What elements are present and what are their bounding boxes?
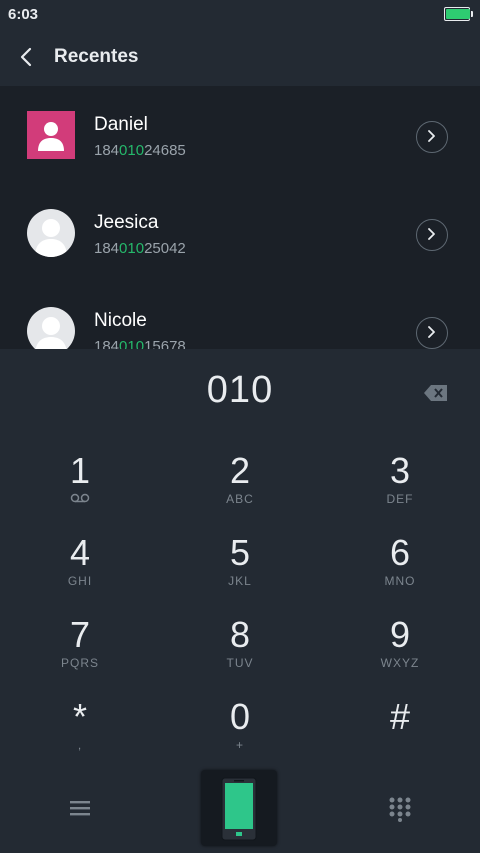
key-letters: GHI [67, 574, 93, 588]
contact-name: Jeesica [94, 212, 159, 233]
call-button[interactable] [201, 770, 277, 846]
key-letters: + [235, 738, 244, 752]
key-digit: 7 [69, 614, 91, 655]
battery-icon [444, 7, 473, 21]
key-letters: DEF [386, 492, 414, 506]
key-digit: 6 [389, 532, 411, 573]
key-letters: PQRS [60, 656, 99, 670]
contact-number: 18401025042 [94, 240, 186, 257]
menu-button[interactable] [68, 798, 92, 818]
contact-details-button[interactable] [416, 121, 448, 153]
key-digit: 5 [229, 532, 251, 573]
key-letters: ABC [226, 492, 254, 506]
key-1[interactable]: 1 [10, 449, 150, 529]
key-digit: 2 [229, 450, 251, 491]
key-4[interactable]: 4 GHI [10, 531, 150, 611]
menu-icon [70, 801, 90, 816]
status-bar: 6:03 [0, 0, 480, 28]
key-letters [330, 738, 470, 754]
key-6[interactable]: 6 MNO [330, 531, 470, 611]
chevron-right-icon [428, 130, 435, 142]
contact-details-button[interactable] [416, 317, 448, 349]
contact-number: 18401024685 [94, 142, 186, 159]
key-digit: 0 [229, 696, 251, 737]
key-3[interactable]: 3 DEF [330, 449, 470, 529]
key-digit: # [389, 696, 411, 737]
key-digit: * [72, 696, 87, 737]
number-match-highlight: 010 [119, 240, 145, 257]
photo-icon [38, 122, 64, 151]
contact-number: 18401015678 [94, 338, 186, 349]
key-2[interactable]: 2 ABC [170, 449, 310, 529]
contact-details-button[interactable] [416, 219, 448, 251]
avatar [27, 111, 75, 159]
key-0[interactable]: 0 + [170, 695, 310, 775]
dialpad-icon [389, 797, 411, 822]
key-9[interactable]: 9 WXYZ [330, 613, 470, 693]
recent-contacts-list[interactable]: Daniel 18401024685 Jeesica 18401025042 N… [0, 86, 480, 349]
chevron-right-icon [428, 228, 435, 240]
key-digit: 9 [389, 614, 411, 655]
voicemail-icon [70, 493, 90, 503]
key-letters: JKL [228, 574, 252, 588]
key-star[interactable]: * , [10, 695, 150, 775]
call-phone-icon [221, 777, 257, 841]
backspace-button[interactable] [423, 383, 449, 403]
key-8[interactable]: 8 TUV [170, 613, 310, 693]
avatar [27, 209, 75, 257]
page-title: Recentes [54, 46, 139, 67]
contact-item-nicole[interactable]: Nicole 18401015678 [0, 282, 480, 349]
chevron-left-icon [20, 47, 32, 67]
app-header: Recentes [0, 28, 480, 86]
back-button[interactable] [14, 44, 40, 70]
key-letters: TUV [226, 656, 254, 670]
dialed-number-display[interactable]: 010 [0, 369, 480, 412]
key-digit: 8 [229, 614, 251, 655]
backspace-icon [424, 385, 447, 401]
dialer-panel: 010 1 2 ABC 3 DEF 4 GHI 5 JKL 6 MNO 7 PQ… [0, 349, 480, 853]
dialpad-toggle-button[interactable] [388, 796, 412, 822]
key-digit: 1 [69, 450, 91, 491]
contact-name: Daniel [94, 114, 148, 135]
key-digit: 4 [69, 532, 91, 573]
key-5[interactable]: 5 JKL [170, 531, 310, 611]
key-hash[interactable]: # [330, 695, 470, 775]
avatar [27, 307, 75, 349]
status-time: 6:03 [8, 6, 39, 23]
chevron-right-icon [428, 326, 435, 338]
key-digit: 3 [389, 450, 411, 491]
number-match-highlight: 010 [119, 338, 145, 349]
key-letters [10, 492, 150, 508]
key-letters: MNO [384, 574, 416, 588]
person-icon [35, 219, 67, 257]
key-letters: WXYZ [380, 656, 420, 670]
battery-level-fill [446, 9, 470, 19]
number-match-highlight: 010 [119, 142, 145, 159]
contact-name: Nicole [94, 310, 147, 331]
key-7[interactable]: 7 PQRS [10, 613, 150, 693]
person-icon [35, 317, 67, 349]
contact-item-jeesica[interactable]: Jeesica 18401025042 [0, 184, 480, 282]
key-letters: , [77, 738, 83, 752]
contact-item-daniel[interactable]: Daniel 18401024685 [0, 86, 480, 184]
